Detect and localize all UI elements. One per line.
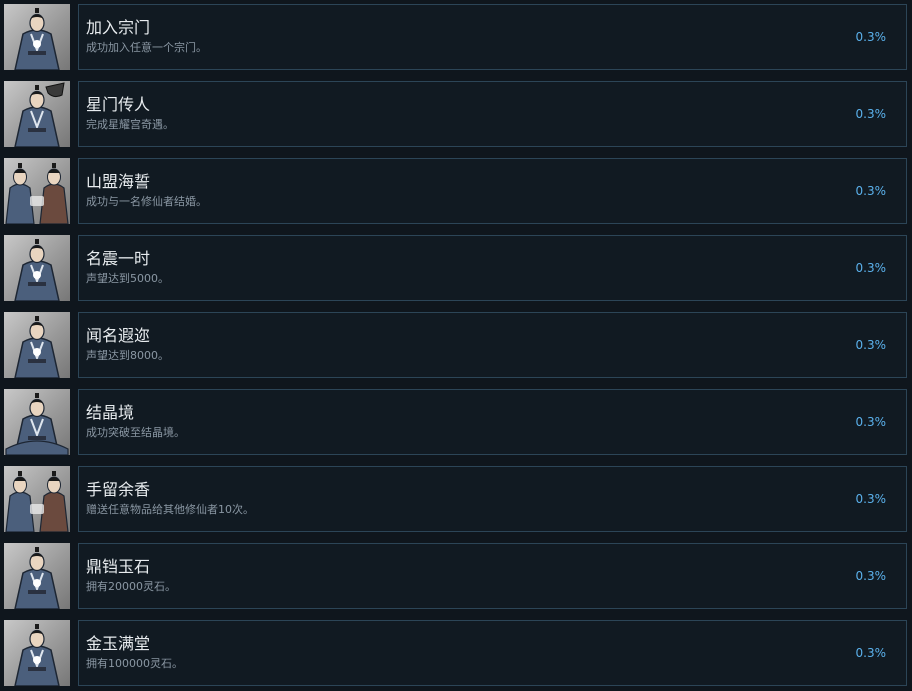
achievement-percent: 0.3% xyxy=(855,492,887,506)
cultivator-hat-icon xyxy=(4,81,70,147)
achievement-title: 星门传人 xyxy=(86,95,151,114)
achievement-row: 名震一时 声望达到5000。 0.3% xyxy=(0,235,912,301)
achievement-row: 山盟海誓 成功与一名修仙者结婚。 0.3% xyxy=(0,158,912,224)
achievement-description: 拥有100000灵石。 xyxy=(86,657,183,670)
achievement-row: 结晶境 成功突破至结晶境。 0.3% xyxy=(0,389,912,455)
achievement-percent: 0.3% xyxy=(855,107,887,121)
achievement-description: 声望达到8000。 xyxy=(86,349,169,362)
achievement-percent: 0.3% xyxy=(855,184,887,198)
achievement-percent: 0.3% xyxy=(855,261,887,275)
achievement-title: 金玉满堂 xyxy=(86,634,151,653)
achievement-card: 手留余香 赠送任意物品给其他修仙者10次。 0.3% xyxy=(78,466,907,532)
achievement-row: 闻名遐迩 声望达到8000。 0.3% xyxy=(0,312,912,378)
cultivator-glow-icon xyxy=(4,620,70,686)
achievement-row: 手留余香 赠送任意物品给其他修仙者10次。 0.3% xyxy=(0,466,912,532)
achievement-description: 赠送任意物品给其他修仙者10次。 xyxy=(86,503,254,516)
achievement-card: 星门传人 完成星耀宫奇遇。 0.3% xyxy=(78,81,907,147)
cultivator-glow-icon xyxy=(4,235,70,301)
achievement-description: 完成星耀宫奇遇。 xyxy=(86,118,174,131)
achievement-description: 成功加入任意一个宗门。 xyxy=(86,41,207,54)
achievement-row: 星门传人 完成星耀宫奇遇。 0.3% xyxy=(0,81,912,147)
achievement-description: 拥有20000灵石。 xyxy=(86,580,176,593)
achievement-title: 结晶境 xyxy=(86,403,135,422)
achievement-card: 结晶境 成功突破至结晶境。 0.3% xyxy=(78,389,907,455)
achievement-title: 手留余香 xyxy=(86,480,151,499)
achievement-title: 加入宗门 xyxy=(86,18,151,37)
achievement-card: 山盟海誓 成功与一名修仙者结婚。 0.3% xyxy=(78,158,907,224)
achievement-title: 名震一时 xyxy=(86,249,151,268)
achievement-title: 闻名遐迩 xyxy=(86,326,151,345)
couple-icon xyxy=(4,158,70,224)
achievement-percent: 0.3% xyxy=(855,646,887,660)
achievement-percent: 0.3% xyxy=(855,338,887,352)
achievement-title: 山盟海誓 xyxy=(86,172,151,191)
achievement-row: 金玉满堂 拥有100000灵石。 0.3% xyxy=(0,620,912,686)
achievement-row: 加入宗门 成功加入任意一个宗门。 0.3% xyxy=(0,4,912,70)
couple-icon xyxy=(4,466,70,532)
achievement-description: 成功突破至结晶境。 xyxy=(86,426,185,439)
achievement-card: 闻名遐迩 声望达到8000。 0.3% xyxy=(78,312,907,378)
achievement-card: 名震一时 声望达到5000。 0.3% xyxy=(78,235,907,301)
cultivator-meditate-icon xyxy=(4,389,70,455)
achievement-title: 鼎铛玉石 xyxy=(86,557,151,576)
achievement-card: 鼎铛玉石 拥有20000灵石。 0.3% xyxy=(78,543,907,609)
achievement-description: 成功与一名修仙者结婚。 xyxy=(86,195,207,208)
cultivator-glow-icon xyxy=(4,4,70,70)
cultivator-glow-icon xyxy=(4,312,70,378)
achievement-description: 声望达到5000。 xyxy=(86,272,169,285)
achievement-card: 金玉满堂 拥有100000灵石。 0.3% xyxy=(78,620,907,686)
achievement-list: 加入宗门 成功加入任意一个宗门。 0.3% 星门传人 完成星耀宫奇遇。 0.3% xyxy=(0,0,912,691)
cultivator-glow-icon xyxy=(4,543,70,609)
achievement-percent: 0.3% xyxy=(855,30,887,44)
achievement-percent: 0.3% xyxy=(855,569,887,583)
achievement-row: 鼎铛玉石 拥有20000灵石。 0.3% xyxy=(0,543,912,609)
achievement-card: 加入宗门 成功加入任意一个宗门。 0.3% xyxy=(78,4,907,70)
achievement-percent: 0.3% xyxy=(855,415,887,429)
